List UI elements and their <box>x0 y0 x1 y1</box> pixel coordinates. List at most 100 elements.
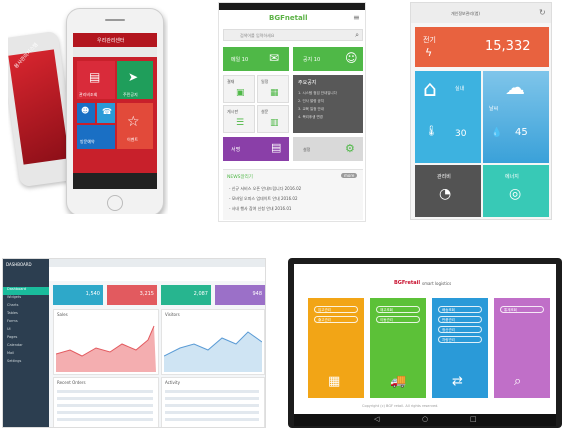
table-row[interactable] <box>57 418 153 421</box>
table-row[interactable] <box>57 404 153 407</box>
tablet-menu-item[interactable]: 반품관리 <box>438 316 482 323</box>
stat-card[interactable]: 2,087 <box>161 285 211 305</box>
schedule-tile[interactable]: 일정 ▦ <box>257 75 289 103</box>
stat-card[interactable]: 1,540 <box>53 285 103 305</box>
tablet-menu-card[interactable]: 입고관리 출고관리 ▦ <box>308 298 364 398</box>
tablet-menu-item[interactable]: 재고조회 <box>376 306 420 313</box>
home-button[interactable] <box>107 195 123 211</box>
tile-label: 주민공지 <box>123 92 138 97</box>
tablet-menu-item[interactable]: 통계조회 <box>500 306 544 313</box>
stat-card[interactable]: 3,215 <box>107 285 157 305</box>
tile-community[interactable]: ☻ <box>77 103 95 123</box>
table-row[interactable] <box>165 418 259 421</box>
drop-icon: 💧 <box>491 128 503 138</box>
news-item[interactable]: - 사내 행사 참여 신청 안내 2016.01 <box>229 206 291 212</box>
panel-line: 1. 시스템 점검 안내입니다 <box>298 91 337 95</box>
sidebar-item[interactable]: Forms <box>3 319 49 327</box>
dashboard-subbar <box>49 267 265 281</box>
tile-bill[interactable]: ▤ 관리비조회 <box>77 61 115 99</box>
board-label: 게시판 <box>227 109 239 114</box>
sidebar-item[interactable]: Tables <box>3 311 49 319</box>
table-row[interactable] <box>165 390 259 393</box>
tablet-menu-item[interactable]: 출고관리 <box>314 316 358 323</box>
sidebar-item[interactable]: Widgets <box>3 295 49 303</box>
approval-tile[interactable]: 결재 ▣ <box>223 75 255 103</box>
sidebar-item[interactable]: Dashboard <box>3 287 49 295</box>
app-logo: BGFnetall <box>269 14 308 22</box>
sidebar-item[interactable]: Settings <box>3 359 49 367</box>
admin-dashboard: DASHBOARD Dashboard Widgets Charts Tables Fo… <box>2 258 266 428</box>
tablet-menu-card[interactable]: 배송조회 반품관리 정산관리 차량관리 ⇄ <box>432 298 488 398</box>
panel-line: 3. 교육 일정 안내 <box>298 107 324 111</box>
sidebar-item[interactable]: Mail <box>3 351 49 359</box>
tablet-menu-item[interactable]: 입고관리 <box>314 306 358 313</box>
sales-chart-card: Sales <box>53 309 159 375</box>
survey-tile[interactable]: 설문 ▥ <box>257 105 289 133</box>
sidebar-item[interactable]: Charts <box>3 303 49 311</box>
table-row[interactable] <box>165 397 259 400</box>
tablet-menu-item[interactable]: 배송조회 <box>438 306 482 313</box>
dashboard-sidebar: DASHBOARD Dashboard Widgets Charts Tables Fo… <box>3 259 49 427</box>
notice-panel[interactable]: 주요공지 1. 시스템 점검 안내입니다 2. 인사 발령 공지 3. 교육 일… <box>293 75 363 133</box>
board-tile[interactable]: 게시판 ☰ <box>223 105 255 133</box>
sidebar-item[interactable]: Pages <box>3 335 49 343</box>
sidebar-item[interactable]: UI <box>3 327 49 335</box>
table-row[interactable] <box>165 404 259 407</box>
activity-title: Activity <box>165 380 180 385</box>
stat-card[interactable]: 948 <box>215 285 265 305</box>
tile-notice[interactable]: ➤ 주민공지 <box>117 61 153 99</box>
mail-tile[interactable]: 메일 10 ✉ <box>223 47 289 71</box>
temp-value: 30 <box>455 129 467 139</box>
tablet-menu-item[interactable]: 차량관리 <box>438 336 482 343</box>
table-row[interactable] <box>57 411 153 414</box>
weather-tile[interactable]: ☁ 날씨 💧 45 <box>483 71 549 163</box>
tile-label: 방문예약 <box>80 139 95 144</box>
search-input[interactable]: 검색어를 입력하세요 ⌕ <box>223 29 363 41</box>
tile-complaint[interactable]: ☎ <box>97 103 115 123</box>
home-nav-icon[interactable]: ○ <box>422 415 428 423</box>
survey-label: 설문 <box>261 109 269 114</box>
tile-event[interactable]: ☆ 이벤트 <box>117 103 153 149</box>
document-icon: ▤ <box>89 70 101 84</box>
usage-tile[interactable]: 전기 ϟ 15,332 <box>415 27 549 67</box>
orders-title: Recent Orders <box>57 380 86 385</box>
tablet-menu-card[interactable]: 통계조회 ⌕ <box>494 298 550 398</box>
tablet-nav-bar: ◁ ○ □ <box>294 414 556 426</box>
orders-table: Recent Orders <box>53 377 159 427</box>
sidebar-item[interactable]: Calendar <box>3 343 49 351</box>
activity-table: Activity <box>161 377 265 427</box>
bill-tile[interactable]: 관리비 ◔ <box>415 165 481 217</box>
table-row[interactable] <box>57 397 153 400</box>
indoor-tile[interactable]: ⌂ 실내 🌡 30 <box>415 71 481 163</box>
tile-visit[interactable]: 방문예약 <box>77 125 115 149</box>
front-phone: 우리관리센터 ▤ 관리비조회 ➤ 주민공지 ☻ ☎ 방문예약 ☆ 이벤트 <box>66 8 164 214</box>
news-item[interactable]: - 모바일 오피스 업데이트 안내 2016.02 <box>229 196 298 202</box>
back-phone-screen: 용사관리시스템 <box>8 42 70 165</box>
clipboard-icon: ▣ <box>236 88 245 98</box>
table-row[interactable] <box>165 411 259 414</box>
table-row[interactable] <box>57 390 153 393</box>
tablet-footer: Copyright (c) BGF retail. All rights res… <box>362 404 439 408</box>
mail-icon: ✉ <box>269 51 280 65</box>
tile-label: 이벤트 <box>127 137 139 142</box>
settings-tile[interactable]: 설정 ⚙ <box>293 137 363 161</box>
search-icon[interactable]: ⌕ <box>355 31 359 40</box>
energy-tile[interactable]: 에너지 ◎ <box>483 165 549 217</box>
back-nav-icon[interactable]: ◁ <box>374 415 379 423</box>
dashboard-topbar <box>49 259 265 267</box>
weather-label: 날씨 <box>489 106 499 112</box>
sales-area <box>56 326 156 372</box>
visitors-area-chart <box>164 331 262 372</box>
recent-nav-icon[interactable]: □ <box>470 415 477 423</box>
menu-icon[interactable]: ≡ <box>353 13 360 22</box>
tablet-menu-item[interactable]: 이동관리 <box>376 316 420 323</box>
tablet-menu-item[interactable]: 정산관리 <box>438 326 482 333</box>
more-button[interactable]: more <box>341 173 358 178</box>
tablet-menu-card[interactable]: 재고조회 이동관리 🚚 <box>370 298 426 398</box>
gear-icon: ⚙ <box>345 142 355 155</box>
notice-tile[interactable]: 공지 10 ☺ <box>293 47 363 71</box>
news-item[interactable]: - 신규 서비스 오픈 안내드립니다 2016.02 <box>229 186 301 192</box>
sign-tile[interactable]: 서명 ▤ <box>223 137 289 161</box>
refresh-icon[interactable]: ↻ <box>539 8 546 17</box>
tablet-brand: BGFretail <box>394 280 421 286</box>
